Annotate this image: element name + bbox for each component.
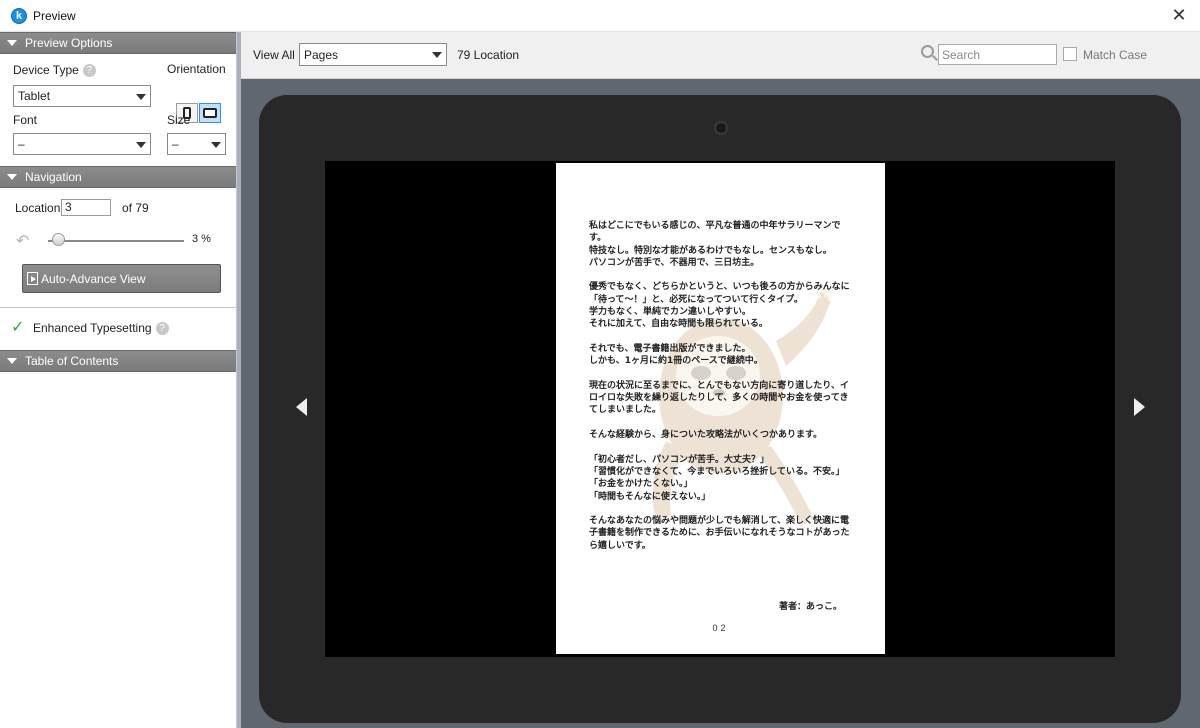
- collapse-triangle-icon: [7, 174, 17, 180]
- toc-title: Table of Contents: [25, 354, 119, 368]
- preview-options-body: Device Type? Orientation Tablet Font Siz…: [0, 54, 236, 166]
- page-body-text: 私はどこにでもいる感じの、平凡な普通の中年サラリーマンです。 特技なし。特別な才…: [589, 221, 850, 551]
- font-label: Font: [13, 113, 38, 127]
- location-count: 79 Location: [457, 48, 520, 62]
- close-icon[interactable]: ✕: [1170, 6, 1188, 24]
- help-icon[interactable]: ?: [155, 322, 169, 336]
- play-icon: [27, 272, 38, 285]
- match-case-label: Match Case: [1083, 48, 1148, 62]
- location-input[interactable]: 3: [61, 199, 111, 216]
- size-select[interactable]: –: [167, 133, 226, 155]
- view-mode-value: Pages: [304, 47, 339, 62]
- navigation-header[interactable]: Navigation: [0, 166, 236, 188]
- collapse-triangle-icon: [7, 358, 17, 364]
- next-page-arrow-icon[interactable]: [1134, 398, 1145, 416]
- enhanced-typesetting-row: ✓ Enhanced Typesetting?: [0, 308, 236, 350]
- navigation-title: Navigation: [25, 170, 82, 184]
- page-number: 02: [712, 623, 729, 633]
- collapse-triangle-icon: [7, 40, 17, 46]
- preview-toolbar: View All Pages 79 Location Match Case: [241, 32, 1200, 79]
- progress-percent: 3 %: [192, 233, 211, 245]
- progress-slider-track[interactable]: [48, 240, 184, 242]
- chevron-down-icon: [134, 137, 148, 152]
- chevron-down-icon: [134, 89, 148, 104]
- preview-options-title: Preview Options: [25, 36, 113, 50]
- enhanced-typesetting-label: Enhanced Typesetting?: [33, 321, 169, 336]
- help-icon[interactable]: ?: [82, 64, 96, 78]
- left-panel: Preview Options Device Type? Orientation…: [0, 32, 237, 728]
- navigation-body: Location 3 of 79 ↶ 3 % Auto-Advance View: [0, 188, 236, 308]
- device-screen: 私はどこにでもいる感じの、平凡な普通の中年サラリーマンです。 特技なし。特別な才…: [325, 161, 1115, 657]
- window-title: Preview: [33, 8, 76, 23]
- progress-slider-thumb[interactable]: [51, 233, 65, 246]
- location-label: Location: [15, 201, 61, 215]
- checkmark-icon: ✓: [11, 319, 25, 336]
- landscape-button[interactable]: [199, 103, 221, 123]
- device-type-value: Tablet: [18, 89, 51, 103]
- view-mode-select[interactable]: Pages: [299, 43, 447, 66]
- preview-area: View All Pages 79 Location Match Case: [241, 32, 1200, 728]
- location-total: of 79: [122, 201, 149, 215]
- size-label: Size: [167, 113, 191, 127]
- camera-icon: [714, 121, 728, 135]
- view-all-label: View All: [253, 48, 295, 62]
- orientation-label: Orientation: [167, 62, 226, 76]
- preview-options-header[interactable]: Preview Options: [0, 32, 236, 54]
- chevron-down-icon: [430, 47, 444, 62]
- back-arrow-icon[interactable]: ↶: [16, 231, 29, 251]
- enhanced-typesetting-text: Enhanced Typesetting: [33, 321, 152, 335]
- landscape-icon: [203, 108, 217, 118]
- search-input[interactable]: [938, 44, 1057, 65]
- chevron-down-icon: [209, 137, 223, 152]
- tablet-device-frame: 私はどこにでもいる感じの、平凡な普通の中年サラリーマンです。 特技なし。特別な才…: [259, 95, 1181, 723]
- title-bar: k Preview ✕: [0, 0, 1200, 32]
- table-of-contents-header[interactable]: Table of Contents: [0, 350, 236, 372]
- match-case-checkbox[interactable]: [1063, 47, 1077, 61]
- font-select[interactable]: –: [13, 133, 151, 155]
- size-value: –: [172, 137, 179, 151]
- book-page: 私はどこにでもいる感じの、平凡な普通の中年サラリーマンです。 特技なし。特別な才…: [556, 163, 885, 654]
- device-type-label-row: Device Type?: [13, 63, 96, 78]
- search-icon: [921, 45, 934, 58]
- font-value: –: [18, 137, 25, 151]
- kindle-app-icon: k: [11, 7, 27, 24]
- device-type-select[interactable]: Tablet: [13, 85, 151, 107]
- device-type-label: Device Type: [13, 63, 79, 77]
- auto-advance-view-button[interactable]: Auto-Advance View: [22, 264, 221, 293]
- page-author: 著者：あっこ。: [778, 602, 842, 612]
- auto-advance-label: Auto-Advance View: [41, 271, 146, 286]
- previous-page-arrow-icon[interactable]: [296, 398, 307, 416]
